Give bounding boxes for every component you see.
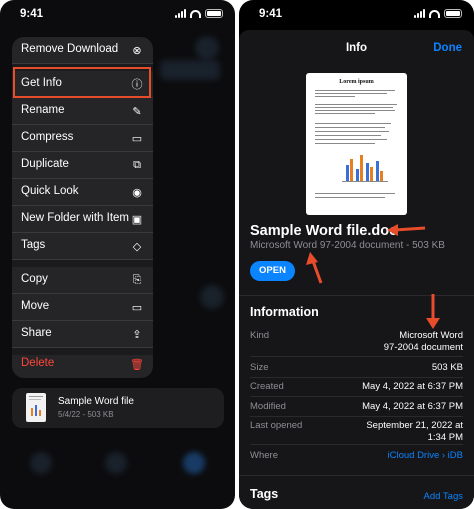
signal-icon — [414, 9, 425, 18]
copy-icon: ⎘ — [132, 273, 142, 286]
document-icon — [29, 396, 43, 416]
trash-icon: 🗑 — [130, 358, 144, 371]
signal-icon — [175, 9, 186, 18]
status-bar: 9:41 — [20, 8, 223, 22]
background-blur — [105, 452, 127, 474]
background-blur — [195, 36, 219, 60]
file-name: Sample Word file.doc — [250, 223, 398, 239]
archive-box-icon: ▭ — [131, 132, 143, 145]
status-time: 9:41 — [20, 8, 44, 20]
share-icon: ⇪ — [132, 328, 142, 341]
file-card[interactable]: Sample Word file 5/4/22 - 503 KB — [12, 388, 224, 428]
background-blur — [183, 452, 205, 474]
annotation-arrow — [387, 224, 426, 236]
info-row-created: Created May 4, 2022 at 6:37 PM — [250, 381, 463, 397]
folder-plus-icon: ▣ — [131, 213, 143, 226]
menu-item-duplicate[interactable]: Duplicate ⧉ — [12, 152, 153, 179]
menu-item-rename[interactable]: Rename ✎ — [12, 98, 153, 125]
background-blur — [200, 285, 224, 309]
menu-item-compress[interactable]: Compress ▭ — [12, 125, 153, 152]
menu-item-copy[interactable]: Copy ⎘ — [12, 267, 153, 294]
menu-item-tags[interactable]: Tags ◇ — [12, 233, 153, 260]
info-row-last-opened: Last opened September 21, 2022 at 1:34 P… — [250, 420, 463, 445]
left-phone-screen: 9:41 Remove Download ⊗ Get Info ⓘ Rename… — [0, 0, 235, 509]
file-type: Microsoft Word 97-2004 document - 503 KB — [250, 240, 445, 251]
get-info-highlight-box — [13, 67, 151, 98]
menu-item-quick-look[interactable]: Quick Look ◉ — [12, 179, 153, 206]
wifi-icon — [429, 9, 440, 18]
info-row-kind: Kind Microsoft Word 97-2004 document — [250, 330, 463, 357]
battery-icon — [205, 9, 223, 18]
x-circle-icon: ⊗ — [132, 44, 142, 57]
background-blur — [160, 60, 220, 80]
pencil-icon: ✎ — [132, 105, 142, 118]
info-row-size: Size 503 KB — [250, 362, 463, 378]
battery-icon — [444, 9, 462, 18]
menu-item-share[interactable]: Share ⇪ — [12, 321, 153, 348]
file-card-name: Sample Word file — [58, 396, 134, 407]
status-bar: 9:41 — [259, 8, 462, 22]
duplicate-plus-icon: ⧉ — [133, 158, 141, 171]
information-heading: Information — [250, 305, 319, 319]
background-blur — [30, 452, 52, 474]
tag-icon: ◇ — [132, 240, 142, 253]
menu-separator — [12, 260, 153, 267]
file-card-meta: 5/4/22 - 503 KB — [58, 410, 114, 419]
menu-item-new-folder-with-item[interactable]: New Folder with Item ▣ — [12, 206, 153, 233]
info-row-modified: Modified May 4, 2022 at 6:37 PM — [250, 401, 463, 417]
menu-item-remove-download[interactable]: Remove Download ⊗ — [12, 37, 153, 64]
done-button[interactable]: Done — [433, 42, 462, 54]
status-time: 9:41 — [259, 8, 283, 20]
preview-title: Lorem ipsum — [339, 79, 374, 85]
document-preview[interactable]: Lorem ipsum — [306, 73, 407, 215]
file-thumbnail — [26, 393, 46, 422]
eye-icon: ◉ — [132, 186, 142, 199]
annotation-arrow — [306, 252, 323, 284]
tags-heading: Tags — [250, 487, 279, 501]
folder-icon: ▭ — [131, 301, 143, 314]
right-phone-screen: 9:41 Info Done Lorem ipsum Sample Word f… — [239, 0, 474, 509]
open-button[interactable]: OPEN — [250, 261, 295, 281]
wifi-icon — [190, 9, 201, 18]
info-row-where: Where iCloud Drive › iDB — [250, 450, 464, 461]
menu-item-delete[interactable]: Delete 🗑 — [12, 351, 153, 378]
menu-item-move[interactable]: Move ▭ — [12, 294, 153, 321]
location-link[interactable]: iCloud Drive › iDB — [388, 450, 464, 461]
add-tags-button[interactable]: Add Tags — [424, 491, 463, 502]
annotation-arrow — [426, 294, 440, 329]
divider — [239, 475, 474, 476]
